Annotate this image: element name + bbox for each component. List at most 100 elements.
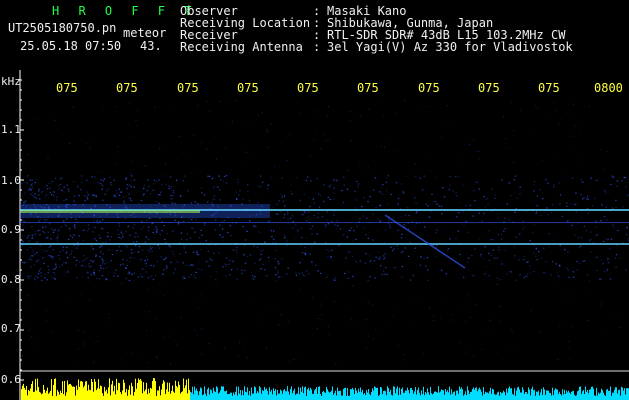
noise-pixel [567, 268, 569, 270]
level-bar [211, 390, 212, 400]
level-bar [216, 386, 217, 400]
noise-pixel [533, 270, 535, 273]
level-bar [547, 390, 548, 400]
level-bar [187, 393, 188, 400]
noise-pixel [181, 278, 183, 280]
level-bar [332, 386, 333, 400]
level-bar [537, 391, 538, 400]
noise-pixel [40, 272, 42, 274]
noise-pixel [379, 256, 381, 258]
noise-pixel [252, 278, 254, 280]
noise-pixel [335, 364, 337, 365]
noise-pixel [99, 220, 101, 222]
level-bar [160, 395, 161, 400]
noise-pixel [235, 191, 237, 193]
noise-pixel [596, 179, 598, 181]
noise-pixel [201, 268, 203, 271]
noise-pixel [323, 184, 325, 186]
noise-pixel [506, 274, 508, 276]
noise-pixel [157, 244, 159, 247]
noise-pixel [252, 153, 254, 155]
noise-pixel [506, 272, 508, 274]
noise-pixel [159, 234, 161, 236]
noise-pixel [483, 196, 485, 198]
noise-pixel [313, 214, 315, 216]
noise-pixel [283, 196, 285, 198]
level-bar [548, 390, 549, 400]
level-bar [614, 389, 615, 400]
noise-pixel [174, 219, 176, 221]
noise-pixel [45, 237, 48, 239]
level-bar [554, 390, 555, 400]
noise-pixel [78, 195, 80, 197]
noise-pixel [34, 253, 36, 255]
noise-pixel [58, 188, 60, 190]
level-bar [250, 395, 251, 400]
noise-pixel [54, 268, 56, 270]
noise-pixel [120, 230, 122, 232]
noise-pixel [120, 359, 122, 361]
level-bar [67, 380, 68, 400]
noise-pixel [129, 261, 131, 263]
noise-pixel [142, 194, 145, 196]
level-bar [138, 378, 139, 400]
noise-pixel [195, 249, 197, 251]
level-bar [224, 391, 225, 400]
noise-pixel [127, 273, 129, 275]
noise-pixel [374, 177, 377, 179]
level-bar [155, 381, 156, 400]
level-bar [169, 382, 170, 400]
level-bar [335, 390, 336, 400]
noise-pixel [106, 262, 109, 264]
level-bar [38, 387, 39, 400]
noise-pixel [38, 188, 40, 190]
noise-pixel [606, 219, 608, 221]
level-bar [456, 390, 457, 400]
level-bar [471, 391, 472, 400]
noise-pixel [268, 256, 270, 258]
noise-pixel [28, 339, 30, 341]
noise-pixel [511, 331, 513, 333]
noise-pixel [465, 220, 467, 222]
noise-pixel [110, 260, 112, 262]
level-bar [289, 394, 290, 400]
noise-pixel [568, 276, 570, 278]
level-bar [376, 388, 377, 400]
noise-pixel [540, 331, 541, 333]
noise-pixel [327, 256, 329, 258]
noise-pixel [336, 225, 339, 227]
noise-pixel [120, 232, 123, 234]
level-bar [218, 393, 219, 400]
level-bar [358, 388, 359, 400]
noise-pixel [117, 275, 119, 277]
noise-pixel [311, 225, 314, 227]
level-bar [418, 387, 419, 400]
level-bar [151, 388, 152, 400]
level-bar [346, 396, 347, 400]
level-bar [229, 393, 230, 400]
noise-pixel [542, 160, 543, 162]
noise-pixel [146, 190, 148, 192]
noise-pixel [182, 220, 185, 222]
noise-pixel [145, 256, 148, 258]
noise-pixel [92, 137, 94, 139]
level-bar [447, 390, 448, 400]
noise-pixel [30, 184, 33, 186]
noise-pixel [150, 275, 152, 277]
noise-pixel [453, 319, 455, 321]
noise-pixel [288, 197, 290, 199]
noise-pixel [111, 254, 114, 256]
level-bar [402, 387, 403, 400]
noise-pixel [143, 184, 146, 186]
level-bar [535, 395, 536, 400]
noise-pixel [456, 195, 458, 197]
noise-pixel [27, 235, 30, 237]
noise-pixel [262, 263, 264, 265]
noise-pixel [99, 182, 102, 185]
noise-pixel [28, 189, 30, 191]
noise-pixel [98, 235, 100, 237]
noise-pixel [91, 200, 93, 202]
level-bar [117, 390, 118, 400]
noise-pixel [401, 266, 404, 268]
noise-pixel [38, 190, 40, 192]
